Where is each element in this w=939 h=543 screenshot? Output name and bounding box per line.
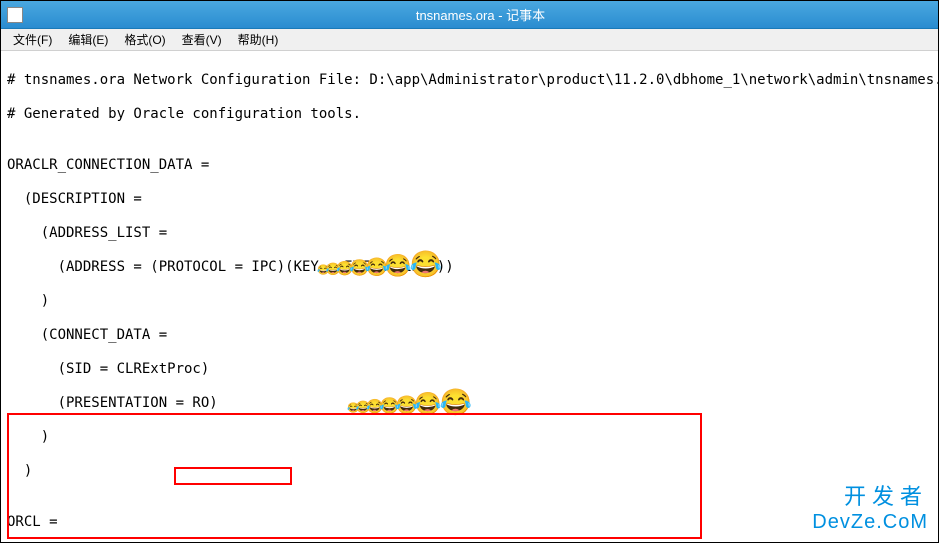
menu-format[interactable]: 格式(O) xyxy=(116,29,173,50)
text-line: ) xyxy=(7,429,932,446)
text-line: ORACLR_CONNECTION_DATA = xyxy=(7,157,932,174)
title-bar: tnsnames.ora - 记事本 xyxy=(1,1,938,29)
menu-file[interactable]: 文件(F) xyxy=(5,29,60,50)
text-line: (CONNECT_DATA = xyxy=(7,327,932,344)
menu-edit[interactable]: 编辑(E) xyxy=(60,29,116,50)
emoji-censor-icon: 😂😂😂😂😂😂😂 xyxy=(355,389,472,415)
text-line: (ADDRESS = (PROTOCOL = IPC)(KEY = EXTPRO… xyxy=(7,259,932,276)
menu-help[interactable]: 帮助(H) xyxy=(230,29,287,50)
editor-content[interactable]: # tnsnames.ora Network Configuration Fil… xyxy=(1,51,938,542)
emoji-censor-icon: 😂😂😂😂😂😂😂 xyxy=(325,251,442,277)
text-line: (DESCRIPTION = xyxy=(7,191,932,208)
text-line: ORCL = xyxy=(7,514,932,531)
text-line: # tnsnames.ora Network Configuration Fil… xyxy=(7,72,932,89)
menu-view[interactable]: 查看(V) xyxy=(174,29,230,50)
app-icon xyxy=(7,7,23,23)
text-line: # Generated by Oracle configuration tool… xyxy=(7,106,932,123)
menu-bar: 文件(F) 编辑(E) 格式(O) 查看(V) 帮助(H) xyxy=(1,29,938,51)
text-line: (SID = CLRExtProc) xyxy=(7,361,932,378)
text-line: (ADDRESS_LIST = xyxy=(7,225,932,242)
text-line: ) xyxy=(7,293,932,310)
text-line: ) xyxy=(7,463,932,480)
window-title: tnsnames.ora - 记事本 xyxy=(29,5,932,24)
